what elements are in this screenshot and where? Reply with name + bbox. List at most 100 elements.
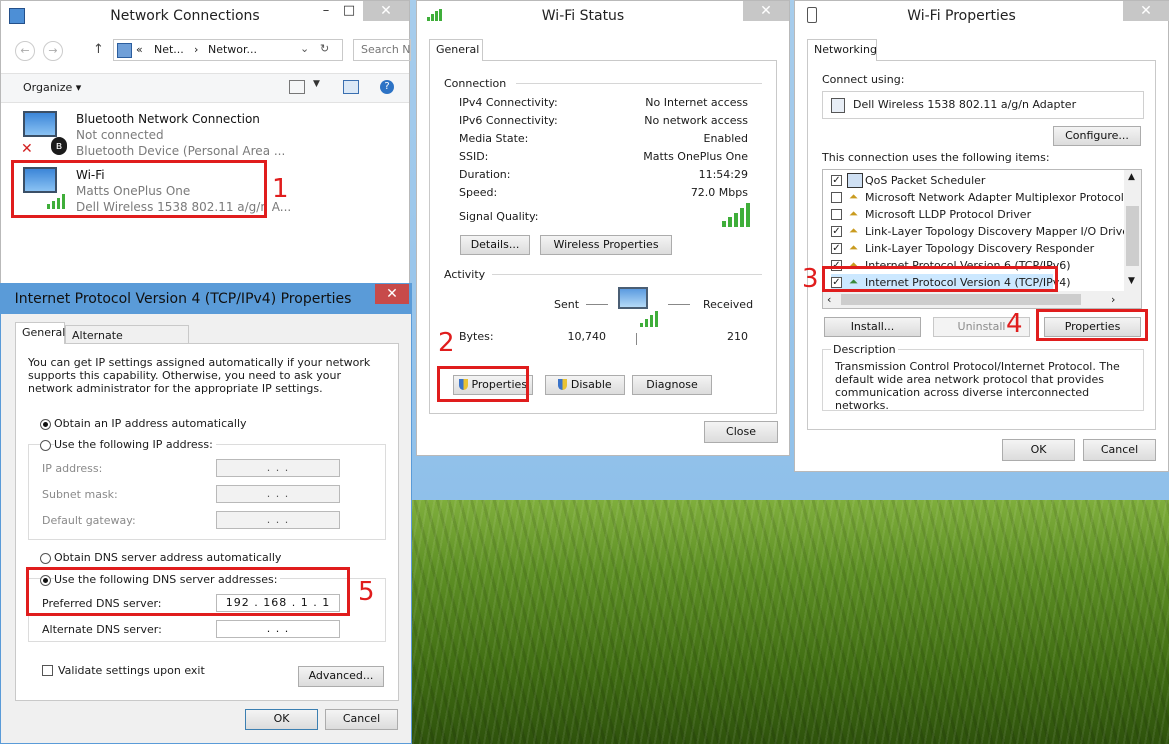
networking-tab-page: Connect using: Dell Wireless 1538 802.11… [807, 60, 1156, 430]
use-following-ip-label[interactable]: Use the following IP address: [54, 438, 216, 451]
breadcrumb-net[interactable]: Net... [154, 43, 184, 56]
item-label: QoS Packet Scheduler [865, 174, 986, 187]
obtain-ip-auto-radio[interactable] [40, 419, 51, 430]
received-label: Received [703, 298, 754, 311]
close-button[interactable]: ✕ [1123, 1, 1169, 21]
bytes-label: Bytes: [459, 330, 494, 343]
close-button[interactable]: ✕ [363, 1, 409, 21]
breadcrumb-overflow[interactable]: « [136, 43, 143, 56]
ip-address-field: . . . [216, 459, 340, 477]
checkbox-checked[interactable]: ✓ [831, 175, 842, 186]
annotation-box-5 [26, 567, 350, 616]
checkbox-unchecked[interactable] [831, 192, 842, 203]
disable-button[interactable]: Disable [545, 375, 625, 395]
annotation-number-2: 2 [438, 328, 455, 358]
ok-button[interactable]: OK [1002, 439, 1075, 461]
checkbox-unchecked[interactable] [831, 209, 842, 220]
horizontal-scrollbar[interactable]: ‹ › [823, 291, 1141, 308]
default-gateway-field: . . . [216, 511, 340, 529]
obtain-ip-auto-label[interactable]: Obtain an IP address automatically [54, 417, 247, 430]
maximize-icon[interactable]: □ [342, 4, 356, 19]
details-button[interactable]: Details... [460, 235, 530, 255]
duration-label: Duration: [459, 168, 511, 181]
preview-pane-icon[interactable] [343, 80, 359, 94]
validate-checkbox[interactable] [42, 665, 53, 676]
close-dialog-button[interactable]: Close [704, 421, 778, 443]
breadcrumb-network[interactable]: Networ... [208, 43, 257, 56]
separator [516, 83, 762, 84]
adapter-name: Dell Wireless 1538 802.11 a/g/n Adapter [853, 98, 1077, 111]
validate-label[interactable]: Validate settings upon exit [58, 664, 205, 677]
search-input[interactable]: Search N [353, 39, 411, 61]
protocol-icon: ⏶ [849, 207, 858, 220]
cancel-label: Cancel [1100, 443, 1139, 456]
alternate-dns-label: Alternate DNS server: [42, 623, 162, 636]
organize-menu[interactable]: Organize ▾ [23, 81, 81, 94]
obtain-dns-auto-label[interactable]: Obtain DNS server address automatically [54, 551, 281, 564]
uninstall-label: Uninstall [957, 320, 1006, 333]
ok-label: OK [273, 712, 290, 725]
advanced-button[interactable]: Advanced... [298, 666, 384, 687]
help-icon[interactable]: ? [380, 80, 394, 94]
view-dropdown-icon[interactable]: ▼ [313, 79, 320, 89]
close-button[interactable]: ✕ [375, 284, 409, 304]
checkbox-checked[interactable]: ✓ [831, 243, 842, 254]
diagnose-button[interactable]: Diagnose [632, 375, 712, 395]
item-label: Link-Layer Topology Discovery Mapper I/O… [865, 225, 1134, 238]
back-arrow-icon[interactable]: ← [15, 41, 35, 61]
annotation-box-4 [1036, 309, 1148, 341]
network-computer-icon [618, 287, 648, 309]
wireless-properties-button[interactable]: Wireless Properties [540, 235, 672, 255]
forward-arrow-icon[interactable]: → [43, 41, 63, 61]
window-title: Internet Protocol Version 4 (TCP/IPv4) P… [14, 291, 352, 307]
default-gateway-label: Default gateway: [42, 514, 136, 527]
cancel-button[interactable]: Cancel [325, 709, 398, 730]
diagnose-label: Diagnose [646, 378, 698, 391]
vertical-scrollbar[interactable]: ▲ ▼ [1124, 170, 1141, 291]
uac-shield-icon [558, 379, 568, 390]
network-connections-window: Network Connections – □ ✕ ← → ↑ « Net...… [0, 0, 411, 285]
item-label: Microsoft LLDP Protocol Driver [865, 208, 1032, 221]
wireless-properties-label: Wireless Properties [553, 238, 659, 251]
list-item-bluetooth[interactable]: ✕ ʙ Bluetooth Network Connection Not con… [17, 107, 397, 159]
ssid-label: SSID: [459, 150, 489, 163]
refresh-icon[interactable]: ↻ [320, 42, 329, 55]
alternate-dns-input[interactable]: . . . [216, 620, 340, 638]
bluetooth-icon: ʙ [51, 137, 67, 155]
scroll-thumb[interactable] [841, 294, 1081, 305]
tab-networking[interactable]: Networking [807, 39, 877, 61]
change-view-icon[interactable] [289, 80, 305, 94]
close-button[interactable]: ✕ [743, 1, 789, 21]
tab-general[interactable]: General [429, 39, 483, 61]
disable-label: Disable [570, 378, 612, 391]
activity-divider [636, 333, 637, 345]
cancel-label: Cancel [342, 712, 381, 725]
bytes-sent-value: 10,740 [567, 330, 607, 343]
annotation-number-1: 1 [272, 174, 289, 204]
use-following-ip-radio[interactable] [40, 440, 51, 451]
sent-label: Sent [554, 298, 580, 311]
control-panel-icon [117, 43, 132, 58]
chevron-down-icon[interactable]: ⌄ [300, 42, 309, 55]
scroll-up-icon[interactable]: ▲ [1128, 172, 1135, 182]
install-button[interactable]: Install... [824, 317, 921, 337]
search-placeholder: Search N [361, 43, 411, 56]
connection-name: Bluetooth Network Connection [76, 112, 260, 126]
up-arrow-icon[interactable]: ↑ [93, 42, 104, 57]
checkbox-checked[interactable]: ✓ [831, 226, 842, 237]
ipv4-properties-window: Internet Protocol Version 4 (TCP/IPv4) P… [0, 283, 412, 744]
obtain-dns-auto-radio[interactable] [40, 553, 51, 564]
scroll-right-icon[interactable]: › [1111, 293, 1115, 306]
tab-general[interactable]: General [15, 322, 65, 344]
scroll-left-icon[interactable]: ‹ [827, 293, 831, 306]
configure-button[interactable]: Configure... [1053, 126, 1141, 146]
ok-button[interactable]: OK [245, 709, 318, 730]
address-bar[interactable]: « Net... › Networ... ⌄ ↻ [113, 39, 343, 61]
ok-label: OK [1030, 443, 1047, 456]
scroll-down-icon[interactable]: ▼ [1128, 276, 1135, 286]
minimize-icon[interactable]: – [319, 4, 333, 19]
cancel-button[interactable]: Cancel [1083, 439, 1156, 461]
scroll-thumb[interactable] [1126, 206, 1139, 266]
details-button-label: Details... [470, 238, 520, 251]
tab-alternate-configuration[interactable]: Alternate Configuration [65, 325, 189, 355]
